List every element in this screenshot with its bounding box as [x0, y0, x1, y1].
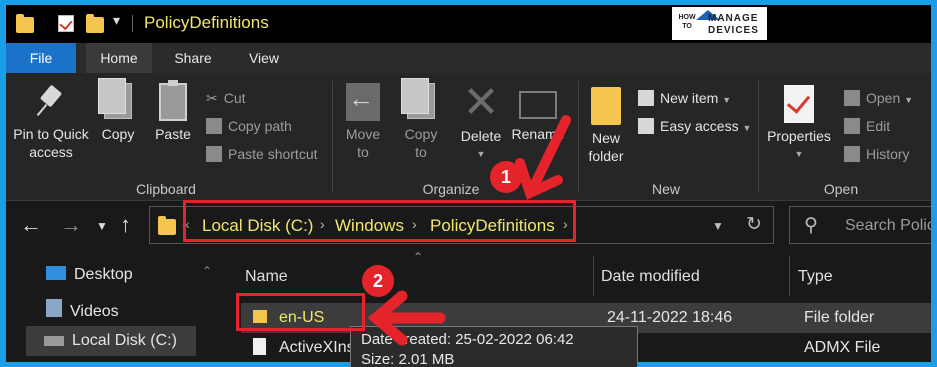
annotation-arrow-2 [367, 290, 446, 346]
annotation-badge-2: 2 [362, 265, 394, 297]
annotation-arrow-1 [515, 115, 571, 200]
annotation-arrows [367, 115, 571, 346]
annotation-badge-1: 1 [490, 161, 522, 193]
